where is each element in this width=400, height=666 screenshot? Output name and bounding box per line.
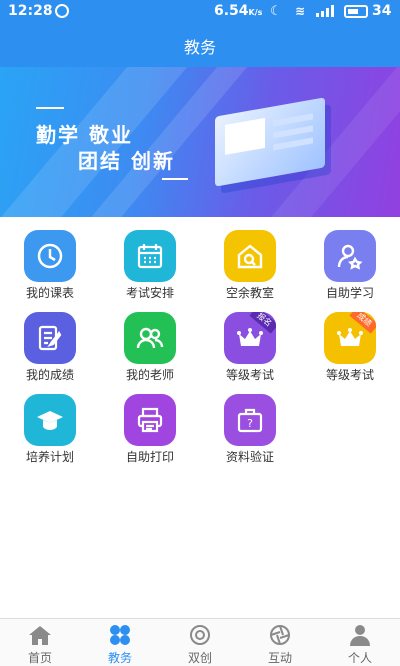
grid-item-label: 空余教室 bbox=[225, 286, 274, 300]
grid-item-level-exam-signup[interactable]: 报名 等级考试 bbox=[200, 306, 300, 386]
printer-icon bbox=[124, 394, 176, 446]
briefcase-icon: ? bbox=[224, 394, 276, 446]
banner-slogan-1: 勤学 敬业 bbox=[36, 123, 133, 147]
double-circle-icon bbox=[190, 625, 210, 645]
grid-item-label: 自助打印 bbox=[125, 450, 174, 464]
graduation-cap-icon bbox=[24, 394, 76, 446]
grid-item-label: 考试安排 bbox=[125, 286, 174, 300]
house-search-icon bbox=[224, 230, 276, 282]
grid-item-exam-arrangement[interactable]: 考试安排 bbox=[100, 224, 200, 304]
tab-home[interactable]: 首页 bbox=[0, 619, 80, 666]
battery-icon bbox=[344, 5, 368, 18]
home-icon bbox=[29, 626, 51, 645]
grid-item-label: 我的老师 bbox=[125, 368, 174, 382]
tab-label: 双创 bbox=[187, 651, 212, 665]
clover-icon bbox=[110, 625, 130, 645]
network-speed: 6.54K/s bbox=[214, 3, 263, 19]
top-bar: 12:28 6.54K/s ☾ ≋ 34 教务 bbox=[0, 0, 400, 67]
status-time: 12:28 bbox=[8, 3, 53, 19]
tab-label: 互动 bbox=[267, 651, 292, 665]
grid-item-label: 我的成绩 bbox=[25, 368, 74, 382]
battery-level: 34 bbox=[372, 3, 392, 19]
crown-icon: 成绩 bbox=[324, 312, 376, 364]
tab-interaction[interactable]: 互动 bbox=[240, 619, 320, 666]
page-title: 教务 bbox=[183, 38, 216, 57]
tab-label: 首页 bbox=[27, 651, 52, 665]
banner-slogan-2: 团结 创新 bbox=[78, 149, 175, 173]
status-bar: 12:28 6.54K/s ☾ ≋ 34 bbox=[0, 0, 400, 24]
grid-item-label: 自助学习 bbox=[325, 286, 374, 300]
banner[interactable]: 勤学 敬业 团结 创新 bbox=[0, 67, 400, 217]
grid-item-my-grades[interactable]: 我的成绩 bbox=[0, 306, 100, 386]
tab-label: 个人 bbox=[347, 651, 372, 665]
svg-text:?: ? bbox=[247, 417, 253, 430]
report-edit-icon bbox=[24, 312, 76, 364]
grid-item-training-plan[interactable]: 培养计划 bbox=[0, 388, 100, 468]
grid-item-label: 我的课表 bbox=[25, 286, 74, 300]
calendar-icon bbox=[124, 230, 176, 282]
tab-profile[interactable]: 个人 bbox=[320, 619, 400, 666]
grid-item-level-exam-score[interactable]: 成绩 等级考试 bbox=[300, 306, 400, 386]
grid-item-self-study[interactable]: 自助学习 bbox=[300, 224, 400, 304]
grid-item-schedule[interactable]: 我的课表 bbox=[0, 224, 100, 304]
tab-label: 教务 bbox=[107, 651, 132, 665]
person-star-icon bbox=[324, 230, 376, 282]
grid-item-label: 等级考试 bbox=[225, 368, 274, 382]
wifi-icon: ≋ bbox=[295, 4, 306, 18]
person-icon bbox=[350, 625, 370, 646]
signal-icon bbox=[316, 5, 334, 17]
grid-item-self-print[interactable]: 自助打印 bbox=[100, 388, 200, 468]
grid-item-free-classroom[interactable]: 空余教室 bbox=[200, 224, 300, 304]
grid-item-document-verify[interactable]: ? 资料验证 bbox=[200, 388, 300, 468]
grid-item-label: 培养计划 bbox=[25, 450, 74, 464]
tab-innovation[interactable]: 双创 bbox=[160, 619, 240, 666]
dnd-icon bbox=[55, 4, 69, 18]
grid-item-label: 等级考试 bbox=[325, 368, 374, 382]
grid-item-label: 资料验证 bbox=[225, 450, 274, 464]
clock-icon bbox=[24, 230, 76, 282]
moon-icon: ☾ bbox=[270, 4, 282, 19]
tab-academic[interactable]: 教务 bbox=[80, 619, 160, 666]
bottom-tab-bar: 首页 教务 双创 互动 个人 bbox=[0, 618, 400, 666]
people-icon bbox=[124, 312, 176, 364]
aperture-icon bbox=[270, 625, 290, 645]
crown-icon: 报名 bbox=[224, 312, 276, 364]
grid-item-my-teachers[interactable]: 我的老师 bbox=[100, 306, 200, 386]
